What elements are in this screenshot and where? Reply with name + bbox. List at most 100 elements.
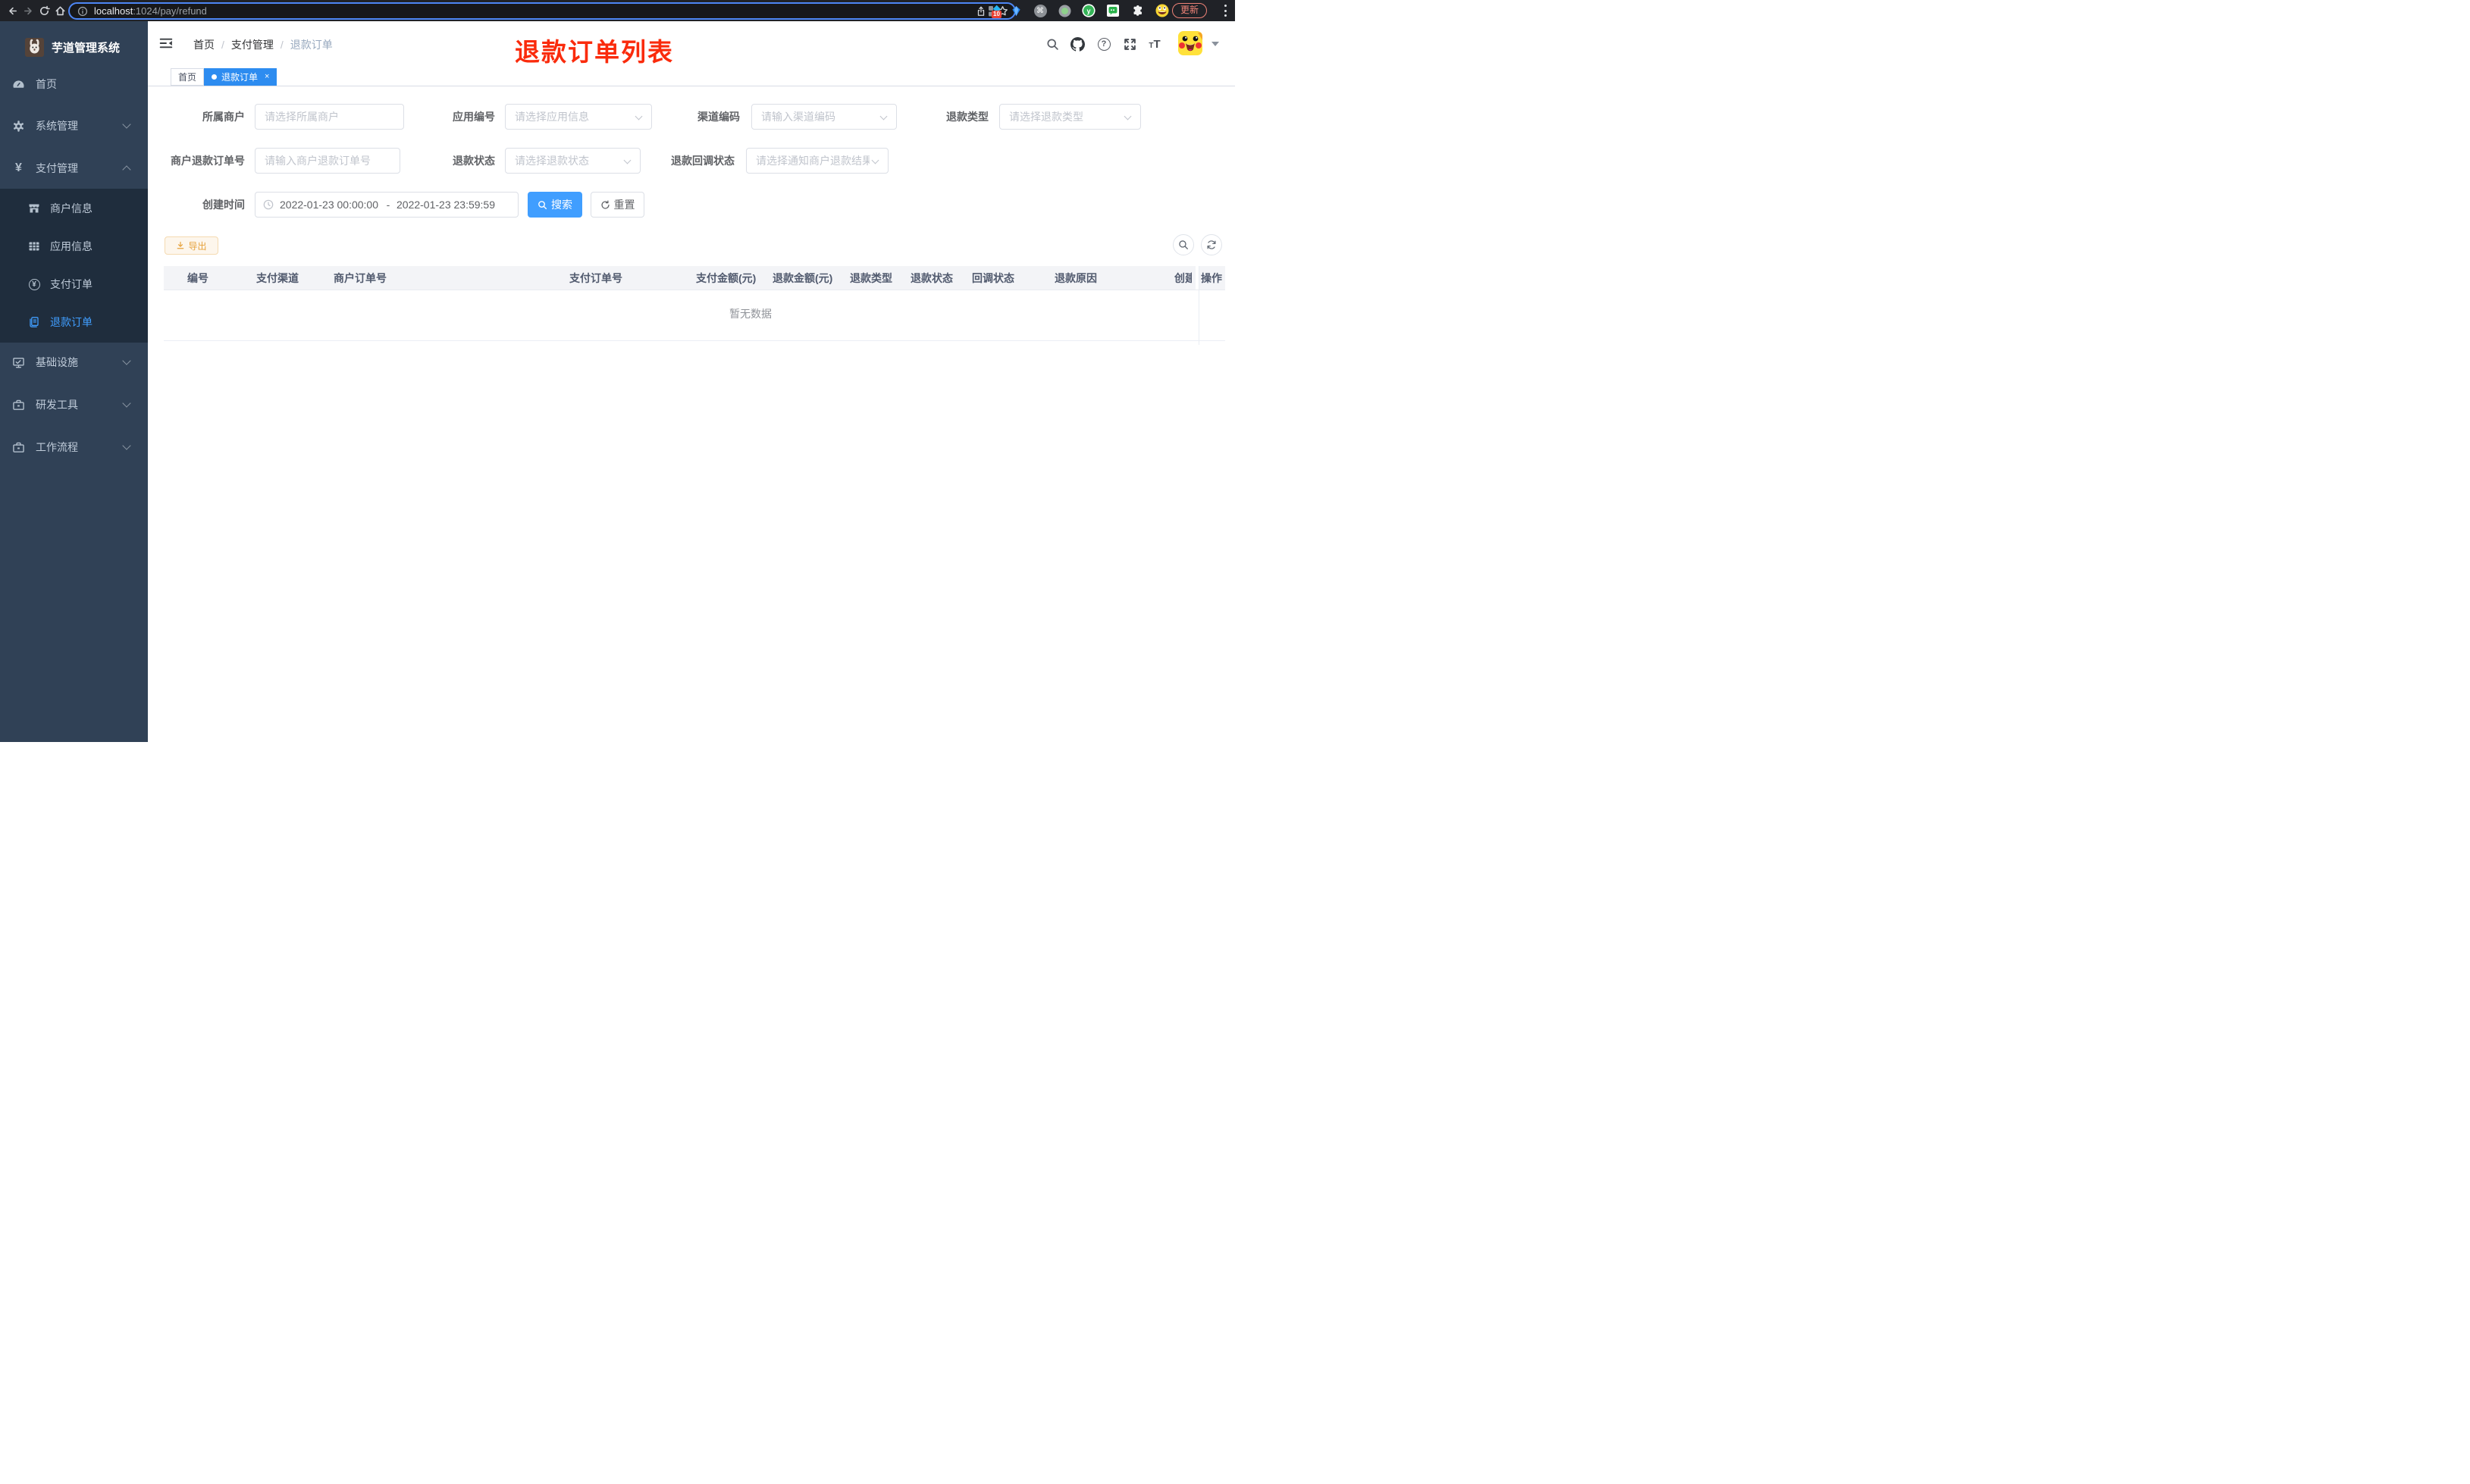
refund-type-select[interactable] (999, 104, 1141, 130)
font-size-icon[interactable]: TT (1147, 36, 1162, 52)
col-header: 编号 (187, 272, 208, 284)
reset-button-label: 重置 (613, 199, 635, 211)
sidebar-item-merchant[interactable]: 商户信息 (0, 193, 148, 224)
app-input[interactable] (506, 105, 651, 129)
sidebar-item-flow[interactable]: 工作流程 (0, 432, 148, 462)
channel-select[interactable] (751, 104, 897, 130)
avatar-caret-icon[interactable] (1211, 42, 1219, 46)
header-search-icon[interactable] (1045, 36, 1060, 52)
divider (164, 340, 1225, 341)
dashboard-icon (12, 78, 25, 91)
extension-emoji-icon[interactable] (1155, 4, 1169, 17)
breadcrumb-pay[interactable]: 支付管理 (231, 37, 274, 52)
sidebar-item-label: 退款订单 (50, 316, 92, 328)
share-icon[interactable] (976, 6, 986, 17)
extension-gem-icon[interactable] (1009, 4, 1023, 17)
refund-status-select[interactable] (505, 148, 641, 174)
sidebar-item-label: 商户信息 (50, 202, 92, 214)
col-header: 支付订单号 (569, 272, 622, 284)
navbar: 首页 / 支付管理 / 退款订单 ? TT (148, 21, 1235, 66)
browser-forward-icon[interactable] (21, 4, 35, 17)
sidebar-item-label: 研发工具 (36, 399, 78, 411)
sidebar-item-app[interactable]: 应用信息 (0, 231, 148, 261)
extension-devtools-icon[interactable]: 10 (987, 4, 1001, 18)
breadcrumb-separator: / (280, 39, 284, 51)
sidebar-item-infra[interactable]: 基础设施 (0, 347, 148, 377)
user-avatar[interactable] (1178, 31, 1202, 55)
github-icon[interactable] (1070, 36, 1085, 52)
sidebar-fold-icon[interactable] (159, 36, 173, 50)
extension-yuque-icon[interactable]: y (1082, 4, 1096, 17)
filter-label-channel: 渠道编码 (697, 111, 740, 123)
screen: localhost:1024/pay/refund 10 ⌘ y 更新 芋道管… (0, 0, 1235, 742)
extension-command-icon[interactable]: ⌘ (1033, 4, 1047, 17)
url-host: localhost (94, 5, 133, 17)
app-logo[interactable]: 芋道管理系统 (0, 30, 148, 64)
browser-reload-icon[interactable] (37, 4, 51, 17)
help-icon[interactable]: ? (1096, 36, 1111, 52)
extension-chat-icon[interactable] (1106, 4, 1120, 17)
extensions-puzzle-icon[interactable] (1131, 4, 1145, 17)
merchant-input[interactable] (255, 105, 403, 129)
table-header (164, 266, 1196, 290)
channel-input[interactable] (752, 105, 896, 129)
yen-icon: ¥ (15, 161, 22, 174)
shop-icon (28, 202, 40, 214)
filter-label-refund-status: 退款状态 (453, 155, 495, 167)
refresh-table-button[interactable] (1201, 234, 1222, 255)
site-info-icon[interactable] (77, 6, 88, 17)
yen-circle-icon: ¥ (28, 278, 40, 290)
main-content: 所属商户 应用编号 渠道编码 退款类型 商户退款订单号 退款状态 退款 (148, 86, 1235, 742)
col-header: 支付渠道 (256, 272, 299, 284)
sidebar-item-label: 首页 (36, 78, 57, 90)
extension-proxy-icon[interactable] (1058, 4, 1071, 17)
merchant-refund-no-field[interactable] (255, 148, 400, 174)
chevron-down-icon (122, 120, 131, 129)
export-button[interactable]: 导出 (165, 236, 218, 255)
create-time-range-picker[interactable]: 2022-01-23 00:00:00 - 2022-01-23 23:59:5… (255, 192, 519, 218)
filter-label-merchant: 所属商户 (202, 111, 245, 123)
sidebar-item-refund[interactable]: 退款订单 (0, 307, 148, 337)
filter-label-notify-status: 退款回调状态 (671, 155, 735, 167)
app-select[interactable] (505, 104, 652, 130)
breadcrumb-home[interactable]: 首页 (193, 37, 215, 52)
filter-label-refund-type: 退款类型 (946, 111, 989, 123)
merchant-refund-no-input[interactable] (255, 149, 400, 173)
search-button[interactable]: 搜索 (528, 192, 582, 218)
col-header: 退款金额(元) (773, 272, 833, 284)
refund-status-input[interactable] (506, 149, 640, 173)
sidebar-item-pay[interactable]: ¥ 支付管理 (0, 153, 148, 183)
extension-badge: 10 (992, 11, 1001, 18)
sidebar-item-home[interactable]: 首页 (0, 69, 148, 99)
chevron-down-icon (122, 441, 131, 450)
notify-status-input[interactable] (747, 149, 888, 173)
breadcrumb-current: 退款订单 (290, 39, 333, 51)
browser-update-button[interactable]: 更新 (1172, 3, 1208, 18)
notify-status-select[interactable] (746, 148, 889, 174)
browser-home-icon[interactable] (53, 4, 67, 17)
sidebar-item-dev[interactable]: 研发工具 (0, 390, 148, 420)
merchant-select[interactable] (255, 104, 404, 130)
address-bar[interactable]: localhost:1024/pay/refund (68, 2, 1016, 20)
col-header: 商户订单号 (334, 272, 387, 284)
refund-type-input[interactable] (1000, 105, 1140, 129)
tab-home[interactable]: 首页 (171, 68, 205, 86)
monitor-icon (12, 356, 25, 369)
range-end-value[interactable]: 2022-01-23 23:59:59 (397, 199, 497, 211)
chevron-up-icon (122, 165, 131, 174)
browser-back-icon[interactable] (5, 4, 19, 17)
sidebar-item-label: 支付管理 (36, 162, 78, 174)
close-icon[interactable]: × (265, 73, 269, 81)
tab-refund[interactable]: 退款订单 × (204, 68, 277, 86)
url-path: :1024/pay/refund (133, 5, 207, 17)
fullscreen-icon[interactable] (1122, 36, 1137, 52)
filter-label-app: 应用编号 (453, 111, 495, 123)
browser-menu-icon[interactable] (1224, 5, 1227, 17)
chevron-down-icon (122, 356, 131, 365)
sidebar-item-system[interactable]: 系统管理 (0, 111, 148, 141)
show-search-toggle-button[interactable] (1173, 234, 1194, 255)
range-start-value[interactable]: 2022-01-23 00:00:00 (280, 199, 380, 211)
reset-button[interactable]: 重置 (591, 192, 644, 218)
sidebar-item-order[interactable]: ¥ 支付订单 (0, 269, 148, 299)
app-title: 芋道管理系统 (52, 41, 121, 55)
